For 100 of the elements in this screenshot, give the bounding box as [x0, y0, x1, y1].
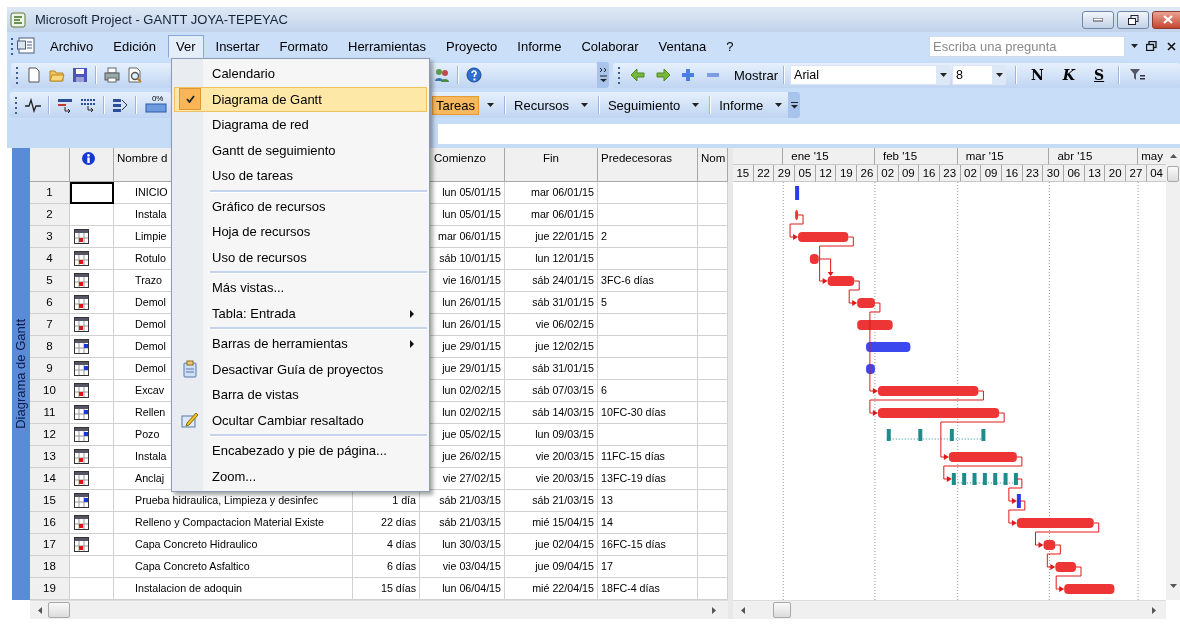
menu-item[interactable]: Ventana: [650, 34, 715, 58]
people-icon[interactable]: [434, 67, 450, 83]
task-bar[interactable]: [1043, 540, 1056, 550]
print-preview-icon[interactable]: [127, 67, 143, 83]
indicator-cell[interactable]: [70, 490, 114, 512]
grip-icon[interactable]: [14, 95, 18, 115]
row-header[interactable]: 12: [30, 424, 70, 446]
indicator-cell[interactable]: [70, 468, 114, 490]
task-bar[interactable]: [1055, 562, 1076, 572]
dropdown-arrow-icon[interactable]: [692, 103, 700, 107]
menu-item[interactable]: Diagrama de red: [174, 112, 427, 138]
row-header[interactable]: 19: [30, 578, 70, 600]
menu-item[interactable]: Edición: [105, 34, 164, 58]
menu-item[interactable]: Proyecto: [438, 34, 506, 58]
scroll-thumb[interactable]: [48, 602, 70, 618]
indicator-cell[interactable]: [70, 556, 114, 578]
grip-icon[interactable]: [10, 36, 14, 56]
font-field[interactable]: Arial: [790, 65, 937, 85]
indicator-cell[interactable]: [70, 380, 114, 402]
scroll-down-icon[interactable]: [1169, 584, 1177, 588]
scroll-thumb[interactable]: [773, 602, 791, 618]
close-button[interactable]: [1152, 10, 1180, 29]
task-bar[interactable]: [795, 210, 799, 220]
task-bar[interactable]: [809, 254, 819, 264]
indicator-cell[interactable]: [70, 512, 114, 534]
dropdown-arrow-icon[interactable]: [1131, 44, 1138, 48]
guide-button[interactable]: Recursos: [510, 95, 573, 115]
menu-item[interactable]: Archivo: [42, 34, 102, 58]
row-header[interactable]: 13: [30, 446, 70, 468]
grip-icon[interactable]: [15, 65, 19, 85]
help-icon[interactable]: [466, 67, 482, 83]
toolbar-options-icon[interactable]: [597, 62, 609, 88]
dropdown-button[interactable]: [936, 65, 951, 85]
scroll-right-icon[interactable]: [712, 606, 716, 614]
row-header[interactable]: 1: [30, 182, 70, 204]
dropdown-arrow-icon[interactable]: [775, 103, 783, 107]
text-style-button[interactable]: N: [1026, 66, 1049, 84]
indicator-cell[interactable]: [70, 336, 114, 358]
column-header[interactable]: Predecesoras: [598, 148, 698, 182]
task-bar[interactable]: [857, 298, 875, 308]
indicator-cell[interactable]: [70, 402, 114, 424]
new-document-icon[interactable]: [26, 67, 42, 83]
dropdown-button[interactable]: [992, 65, 1007, 85]
show-menu-button[interactable]: Mostrar: [730, 65, 783, 85]
scroll-right-icon[interactable]: [1152, 606, 1156, 614]
row-header[interactable]: 18: [30, 556, 70, 578]
indicator-cell[interactable]: [70, 182, 114, 204]
entry-field[interactable]: [438, 124, 1180, 144]
indicator-cell[interactable]: [70, 446, 114, 468]
row-header[interactable]: 8: [30, 336, 70, 358]
menu-item[interactable]: Colaborar: [573, 34, 647, 58]
indicator-cell[interactable]: [70, 358, 114, 380]
forward-arrow-icon[interactable]: [655, 67, 671, 83]
menu-item[interactable]: Informe: [509, 34, 570, 58]
row-header[interactable]: 11: [30, 402, 70, 424]
task-bar[interactable]: [827, 276, 855, 286]
row-header[interactable]: 7: [30, 314, 70, 336]
guide-button[interactable]: Tareas: [432, 95, 480, 115]
task-bar[interactable]: [857, 320, 893, 330]
dropdown-arrow-icon[interactable]: [995, 73, 1003, 77]
restore-button[interactable]: [1117, 10, 1149, 29]
row-header[interactable]: 5: [30, 270, 70, 292]
text-style-button[interactable]: S: [1089, 66, 1110, 84]
guide-button[interactable]: Seguimiento: [603, 95, 685, 115]
toolbar-options-icon[interactable]: [788, 92, 801, 118]
task-bar[interactable]: [1016, 494, 1021, 508]
indent-icon[interactable]: [56, 97, 73, 113]
task-bar[interactable]: [1064, 584, 1115, 594]
row-header[interactable]: 15: [30, 490, 70, 512]
save-icon[interactable]: [72, 67, 88, 83]
indicator-cell[interactable]: [70, 314, 114, 336]
outdent-icon[interactable]: [79, 97, 96, 113]
progress-icon[interactable]: 0%: [143, 96, 167, 114]
indicator-cell[interactable]: [70, 292, 114, 314]
scroll-thumb[interactable]: [1167, 166, 1179, 182]
menu-item[interactable]: ?: [718, 34, 742, 58]
font-size-field[interactable]: 8: [952, 65, 993, 85]
filter-icon[interactable]: [1129, 67, 1146, 83]
task-bar[interactable]: [795, 186, 800, 200]
menu-item[interactable]: Ver: [168, 34, 204, 58]
pulse-icon[interactable]: [25, 97, 41, 113]
indicator-cell[interactable]: [70, 424, 114, 446]
row-header[interactable]: 2: [30, 204, 70, 226]
indicator-cell[interactable]: [70, 226, 114, 248]
text-style-button[interactable]: K: [1057, 66, 1081, 84]
task-list-icon[interactable]: [111, 97, 128, 113]
view-bar[interactable]: Diagrama de Gantt: [11, 148, 30, 600]
scroll-left-icon[interactable]: [741, 606, 745, 614]
row-header[interactable]: 17: [30, 534, 70, 556]
restore-icon[interactable]: [1146, 41, 1157, 51]
menu-item[interactable]: Insertar: [207, 34, 268, 58]
row-header[interactable]: 3: [30, 226, 70, 248]
split-task-bar[interactable]: [886, 429, 986, 441]
split-task-bar[interactable]: [951, 473, 1018, 485]
menu-item[interactable]: Formato: [271, 34, 336, 58]
row-header[interactable]: 9: [30, 358, 70, 380]
indicator-cell[interactable]: [70, 270, 114, 292]
row-header[interactable]: 14: [30, 468, 70, 490]
guide-button[interactable]: Informe: [715, 95, 768, 115]
row-header[interactable]: 4: [30, 248, 70, 270]
